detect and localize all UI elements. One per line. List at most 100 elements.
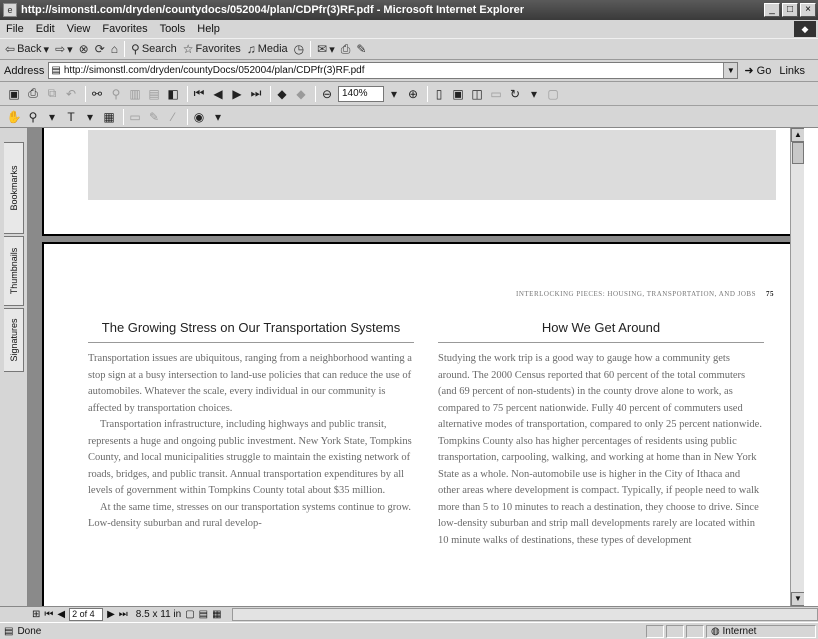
go-button[interactable]: ➜ Go — [744, 64, 771, 77]
status-cell — [666, 624, 684, 638]
first-page-icon[interactable]: ⏮ — [44, 609, 53, 620]
note-tool-icon[interactable]: ▭ — [127, 109, 143, 125]
zoom-level-field[interactable]: 140% — [338, 85, 384, 102]
column-select-icon[interactable]: ▦ — [101, 109, 117, 125]
favorites-button[interactable]: ☆ Favorites — [180, 40, 244, 58]
scroll-up-icon[interactable]: ▲ — [791, 128, 804, 142]
media-button[interactable]: ♫ Media — [244, 40, 291, 58]
close-button[interactable]: × — [800, 3, 816, 17]
zoom-out-icon[interactable]: ⊖ — [319, 86, 335, 102]
forward-dropdown-icon: ▾ — [67, 43, 73, 56]
status-corner — [0, 606, 28, 622]
print-button[interactable]: ⎙ — [338, 40, 354, 58]
search-icon: ⚲ — [131, 42, 140, 56]
back-button[interactable]: ⇦ Back ▾ — [2, 40, 52, 58]
rotate-view-icon[interactable]: ↻ — [507, 86, 523, 102]
address-input[interactable]: ▤ http://simonstl.com/dryden/countyDocs/… — [48, 62, 739, 79]
web-capture-dropdown-icon[interactable]: ▾ — [210, 109, 226, 125]
print-icon[interactable]: ⎙ — [25, 86, 41, 102]
menu-file[interactable]: File — [0, 23, 30, 35]
tab-bookmarks-label: Bookmarks — [8, 165, 19, 211]
binoculars-icon[interactable]: ⚯ — [89, 86, 105, 102]
mail-dropdown-icon: ▾ — [329, 43, 335, 56]
security-zone: ◍ Internet — [706, 624, 816, 638]
menu-edit[interactable]: Edit — [30, 23, 61, 35]
last-page-icon[interactable]: ⏭ — [248, 86, 264, 102]
menu-tools[interactable]: Tools — [154, 23, 192, 35]
address-dropdown-icon[interactable]: ▼ — [723, 63, 738, 78]
acrobat-toolbar-2: ✋ ⚲ ▾ T ▾ ▦ ▭ ✎ ⁄ ◉ ▾ — [0, 106, 818, 128]
mail-button[interactable]: ✉ ▾ — [314, 40, 338, 58]
zoom-in-icon[interactable]: ⊕ — [405, 86, 421, 102]
history-button[interactable]: ◷ — [291, 40, 307, 58]
maximize-button[interactable]: □ — [782, 3, 798, 17]
rotate-dropdown-icon[interactable]: ▾ — [526, 86, 542, 102]
copy-icon[interactable]: ⧉ — [44, 86, 60, 102]
undo-icon[interactable]: ↶ — [63, 86, 79, 102]
globe-icon: ◍ — [711, 625, 720, 637]
menu-favorites[interactable]: Favorites — [96, 23, 153, 35]
home-button[interactable]: ⌂ — [108, 40, 121, 58]
back-dropdown-icon: ▾ — [43, 43, 50, 56]
menu-help[interactable]: Help — [191, 23, 226, 35]
fit-page-icon[interactable]: ▣ — [450, 86, 466, 102]
document-area[interactable]: Interlocking Pieces: Housing, Transporta… — [28, 128, 804, 606]
forward-button[interactable]: ⇨ ▾ — [52, 40, 76, 58]
hand-tool-icon[interactable]: ✋ — [6, 109, 22, 125]
paragraph: Transportation infrastructure, including… — [88, 419, 412, 496]
forward-arrow-icon: ⇨ — [55, 42, 66, 56]
vertical-scrollbar[interactable]: ▲ ▼ — [790, 128, 804, 606]
single-page-icon[interactable]: ▢ — [185, 609, 194, 620]
fit-visible-icon[interactable]: ▭ — [488, 86, 504, 102]
zoom-tool-dropdown-icon[interactable]: ▾ — [44, 109, 60, 125]
highlight-tool-icon[interactable]: ⁄ — [165, 109, 181, 125]
media-label: Media — [257, 43, 288, 55]
links-button[interactable]: Links — [779, 65, 805, 77]
layout-icon[interactable]: ◧ — [165, 86, 181, 102]
zoom-dropdown-icon[interactable]: ▾ — [386, 86, 402, 102]
menu-view[interactable]: View — [61, 23, 97, 35]
first-page-icon[interactable]: ⏮ — [191, 86, 207, 102]
fit-width-icon[interactable]: ◫ — [469, 86, 485, 102]
scroll-down-icon[interactable]: ▼ — [791, 592, 804, 606]
pages-icon[interactable]: ▤ — [146, 86, 162, 102]
status-text: Done — [17, 625, 42, 637]
search-doc-icon[interactable]: ⚲ — [108, 86, 124, 102]
previous-page-icon[interactable]: ◀ — [57, 609, 65, 620]
zoom-tool-icon[interactable]: ⚲ — [25, 109, 41, 125]
tab-signatures[interactable]: Signatures — [4, 308, 24, 372]
title-bar: e http://simonstl.com/dryden/countydocs/… — [0, 0, 818, 20]
tab-thumbnails[interactable]: Thumbnails — [4, 236, 24, 306]
section-heading: The Growing Stress on Our Transportation… — [88, 320, 414, 343]
previous-view-icon[interactable]: ◆ — [274, 86, 290, 102]
save-icon[interactable]: ▣ — [6, 86, 22, 102]
page-indicator[interactable]: 2 of 4 — [69, 608, 104, 621]
ebook-icon[interactable]: ▥ — [127, 86, 143, 102]
stop-button[interactable]: ⊗ — [76, 40, 92, 58]
next-page-icon[interactable]: ▶ — [229, 86, 245, 102]
toolbar-separator — [310, 41, 312, 57]
pencil-tool-icon[interactable]: ✎ — [146, 109, 162, 125]
horizontal-scrollbar[interactable] — [231, 608, 818, 621]
window-title: http://simonstl.com/dryden/countydocs/05… — [21, 4, 525, 16]
text-select-dropdown-icon[interactable]: ▾ — [82, 109, 98, 125]
scroll-thumb[interactable] — [792, 142, 804, 164]
next-view-icon[interactable]: ◆ — [293, 86, 309, 102]
previous-page-icon[interactable]: ◀ — [210, 86, 226, 102]
text-select-icon[interactable]: T — [63, 109, 79, 125]
next-page-icon[interactable]: ▶ — [107, 609, 115, 620]
ie-icon: e — [3, 3, 17, 17]
refresh-button[interactable]: ⟳ — [92, 40, 108, 58]
search-button[interactable]: ⚲ Search — [128, 40, 180, 58]
edit-button[interactable]: ✎ — [353, 40, 369, 58]
tab-bookmarks[interactable]: Bookmarks — [4, 142, 24, 234]
toolbar-separator — [270, 85, 271, 102]
last-page-icon[interactable]: ⏭ — [119, 609, 128, 620]
web-capture-icon[interactable]: ◉ — [191, 109, 207, 125]
comment-icon[interactable]: ▢ — [545, 86, 561, 102]
actual-size-icon[interactable]: ▯ — [431, 86, 447, 102]
minimize-button[interactable]: _ — [764, 3, 780, 17]
facing-icon[interactable]: ▦ — [212, 609, 221, 620]
continuous-icon[interactable]: ▤ — [199, 609, 208, 620]
show-navigation-icon[interactable]: ⊞ — [32, 609, 40, 620]
